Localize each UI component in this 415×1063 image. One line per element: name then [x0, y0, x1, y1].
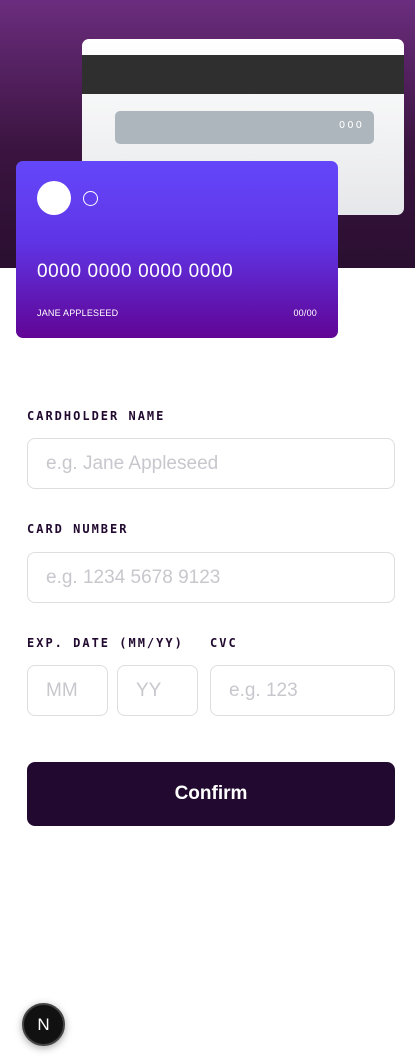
exp-month-input[interactable] [27, 665, 108, 716]
exp-year-input[interactable] [117, 665, 198, 716]
card-expiry-display: 00/00 [293, 308, 317, 318]
next-logo-letter: N [37, 1014, 50, 1034]
card-logo-circle-outline [83, 191, 98, 206]
cvc-input[interactable] [210, 665, 395, 716]
signature-strip: 000 [115, 111, 374, 144]
card-cvc-display: 000 [338, 120, 364, 131]
cvc-label: CVC [210, 636, 238, 650]
card-name-display: JANE APPLESEED [37, 308, 119, 318]
cardholder-name-label: CARDHOLDER NAME [27, 409, 166, 423]
card-front: 0000 0000 0000 0000 JANE APPLESEED 00/00 [16, 161, 338, 338]
confirm-button[interactable]: Confirm [27, 762, 395, 826]
card-number-display: 0000 0000 0000 0000 [37, 261, 234, 282]
cardholder-name-input[interactable] [27, 438, 395, 489]
card-number-input[interactable] [27, 552, 395, 603]
card-number-label: CARD NUMBER [27, 522, 129, 536]
next-logo-icon[interactable]: N [22, 1003, 65, 1046]
card-logo-circle-filled [37, 181, 71, 215]
exp-date-label: EXP. DATE (MM/YY) [27, 636, 184, 650]
magnetic-stripe [82, 55, 404, 94]
